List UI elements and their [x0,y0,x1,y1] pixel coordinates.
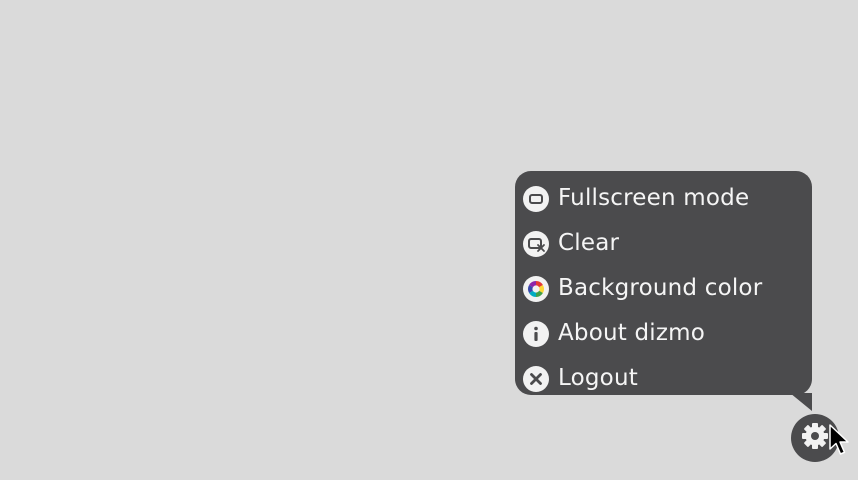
menu-pointer-tail [790,393,812,411]
desktop: Fullscreen mode Clear Background color A… [0,0,858,480]
menu-item-label: Logout [558,364,638,391]
mouse-cursor-icon [828,424,850,456]
menu-item-label: Clear [558,229,620,256]
clear-icon [523,230,549,257]
color-wheel-icon [523,275,549,302]
fullscreen-icon [523,185,549,212]
menu-item-about[interactable]: About dizmo [515,310,812,355]
menu-item-label: Background color [558,274,763,301]
menu-item-label: Fullscreen mode [558,184,750,211]
info-icon [523,320,549,347]
menu-item-logout[interactable]: Logout [515,355,812,400]
menu-item-clear[interactable]: Clear [515,220,812,265]
settings-menu: Fullscreen mode Clear Background color A… [515,171,812,395]
menu-item-fullscreen[interactable]: Fullscreen mode [515,175,812,220]
menu-item-background-color[interactable]: Background color [515,265,812,310]
menu-item-label: About dizmo [558,319,706,346]
gear-icon [800,421,830,455]
close-circle-icon [523,365,549,392]
